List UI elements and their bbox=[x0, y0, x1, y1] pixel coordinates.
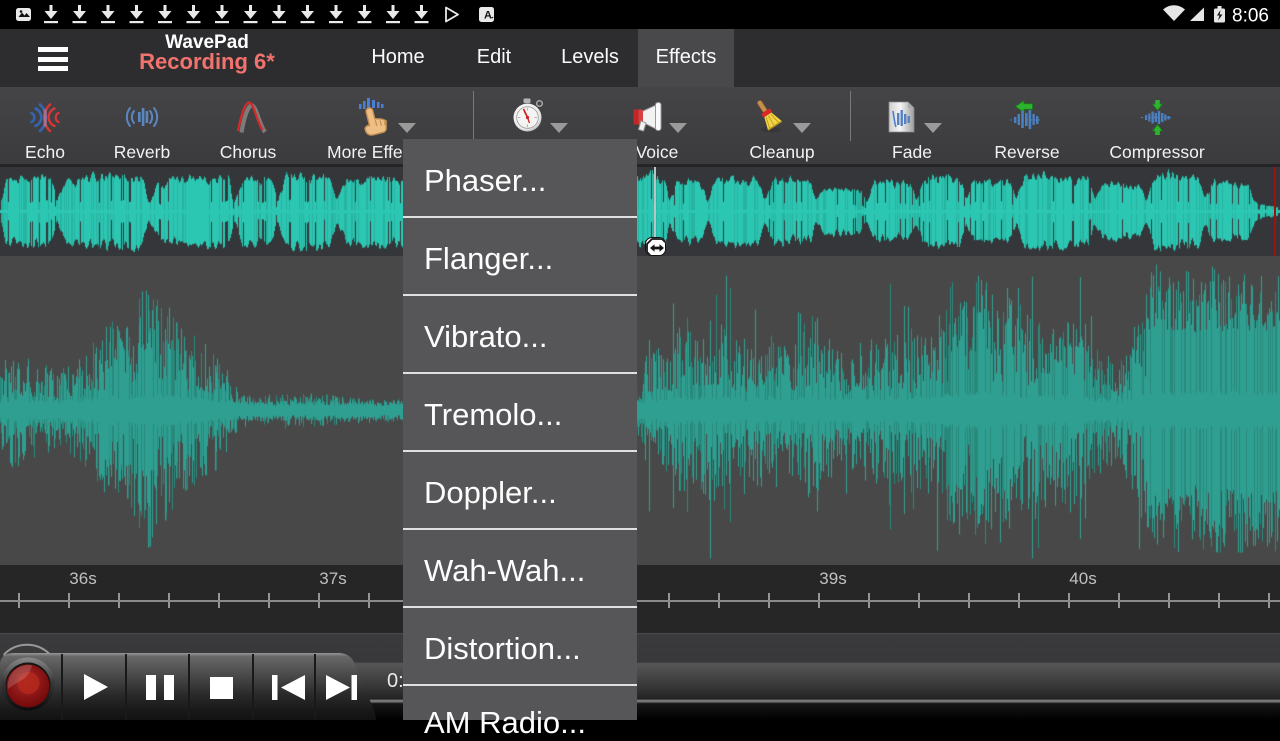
svg-text:A: A bbox=[484, 10, 492, 22]
svg-text:0:: 0: bbox=[387, 670, 404, 692]
svg-text:8:06: 8:06 bbox=[1232, 6, 1269, 27]
